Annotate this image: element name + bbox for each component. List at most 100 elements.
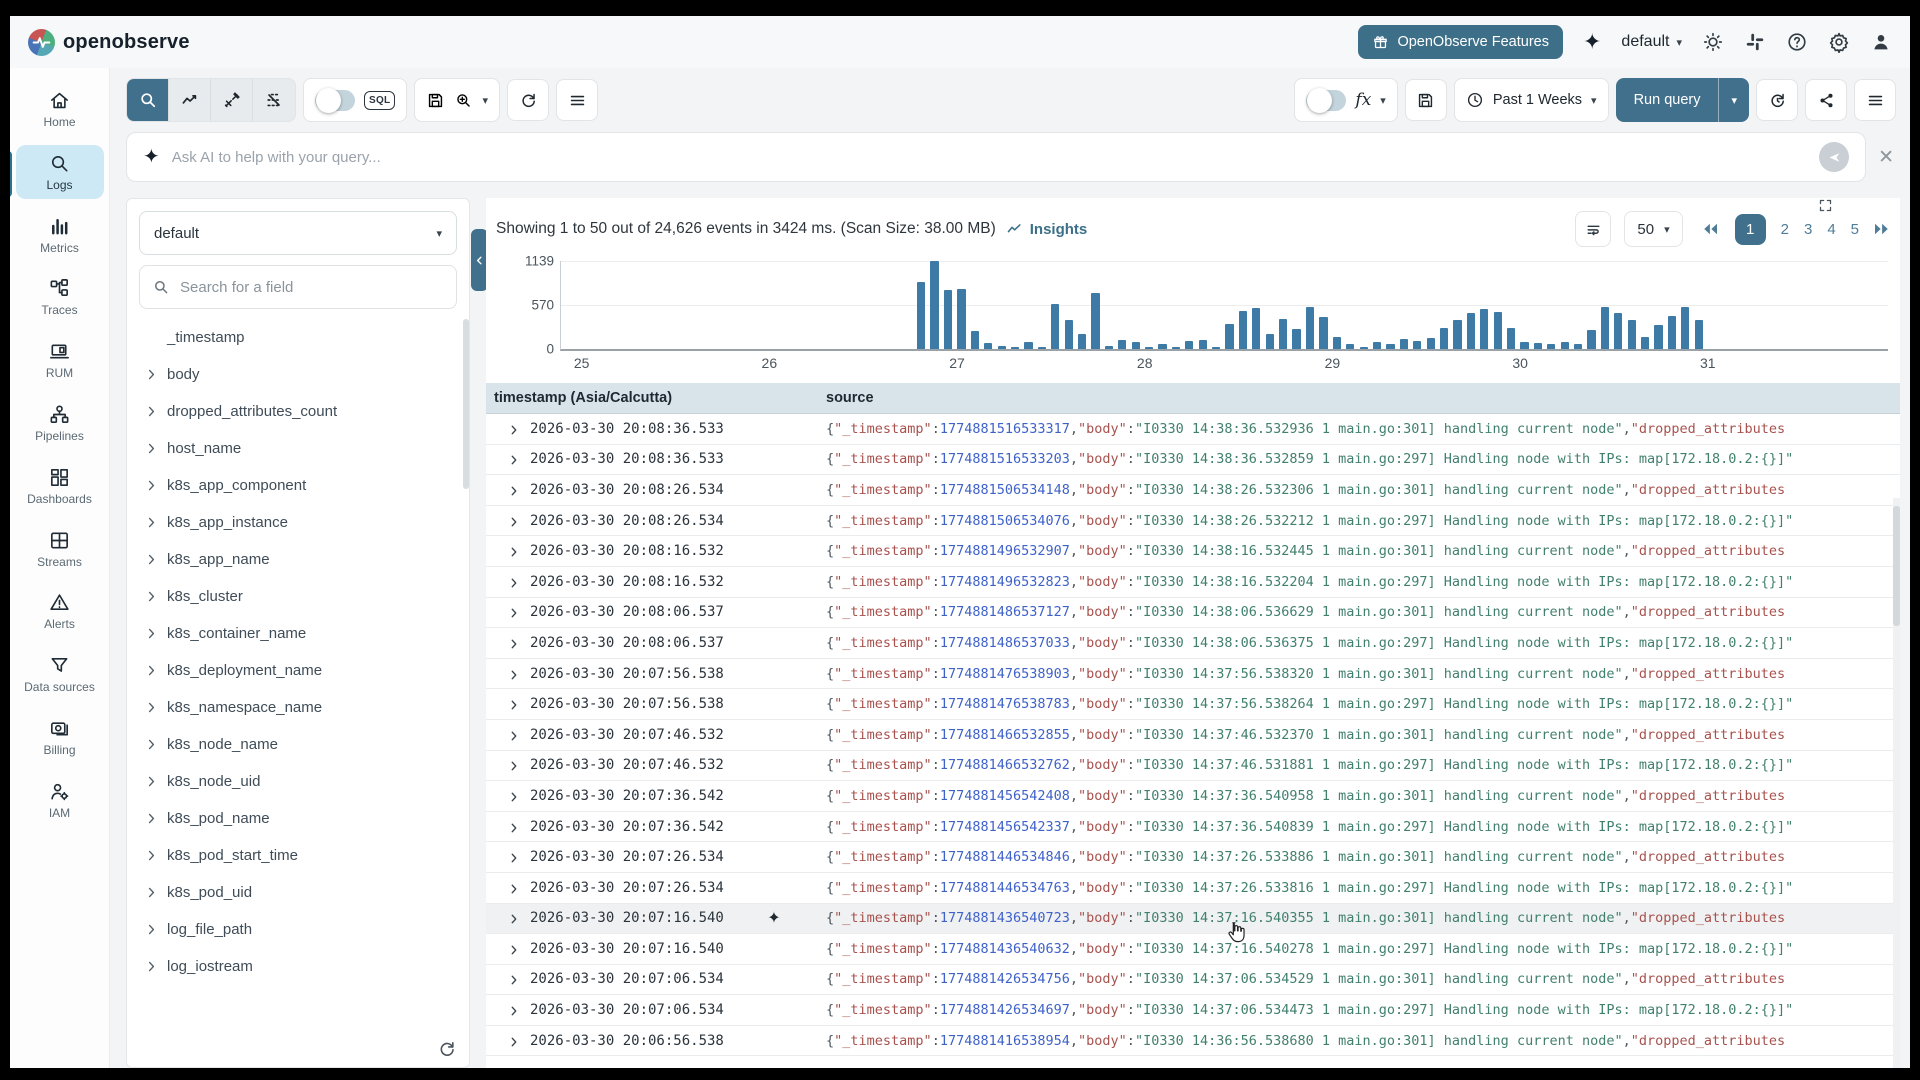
- account-avatar-icon[interactable]: [1870, 31, 1892, 53]
- time-range-selector[interactable]: Past 1 Weeks ▾: [1454, 78, 1609, 122]
- expand-row-icon[interactable]: [508, 729, 520, 741]
- settings-gear-icon[interactable]: [1828, 31, 1850, 53]
- histogram-bar[interactable]: [1360, 347, 1368, 349]
- histogram-bar[interactable]: [1225, 324, 1233, 349]
- ai-query-input[interactable]: [172, 149, 1807, 166]
- expand-row-icon[interactable]: [508, 668, 520, 680]
- page-size-selector[interactable]: 50 ▾: [1624, 211, 1682, 247]
- expand-row-icon[interactable]: [508, 1035, 520, 1047]
- table-row[interactable]: 2026-03-30 20:07:36.542{"_timestamp":177…: [486, 812, 1900, 843]
- page-button-1[interactable]: 1: [1735, 214, 1766, 245]
- sidebar-item-data-sources[interactable]: Data sources: [16, 647, 104, 701]
- histogram-bar[interactable]: [1346, 344, 1354, 349]
- table-row[interactable]: 2026-03-30 20:07:16.540{"_timestamp":177…: [486, 934, 1900, 965]
- histogram-bar[interactable]: [1520, 342, 1528, 349]
- histogram-bar[interactable]: [1185, 341, 1193, 349]
- table-row[interactable]: 2026-03-30 20:08:36.533{"_timestamp":177…: [486, 414, 1900, 445]
- histogram-bar[interactable]: [1453, 320, 1461, 349]
- expand-row-icon[interactable]: [508, 973, 520, 985]
- histogram-bar[interactable]: [1091, 293, 1099, 349]
- field-item-log_file_path[interactable]: log_file_path: [139, 911, 457, 948]
- run-query-options-caret[interactable]: ▾: [1719, 78, 1749, 122]
- sidebar-item-pipelines[interactable]: Pipelines: [16, 396, 104, 450]
- field-item-k8s_pod_name[interactable]: k8s_pod_name: [139, 800, 457, 837]
- wrap-lines-button[interactable]: [1575, 211, 1611, 247]
- histogram-bar[interactable]: [1601, 307, 1609, 349]
- table-row[interactable]: 2026-03-30 20:08:16.532{"_timestamp":177…: [486, 567, 1900, 598]
- refresh-fields-icon[interactable]: [437, 1039, 457, 1059]
- results-scrollbar[interactable]: [1893, 498, 1900, 1068]
- expand-row-icon[interactable]: [508, 882, 520, 894]
- sidebar-item-rum[interactable]: RUM: [16, 333, 104, 387]
- histogram-bar[interactable]: [1386, 344, 1394, 349]
- histogram-bar[interactable]: [1118, 340, 1126, 349]
- sidebar-item-metrics[interactable]: Metrics: [16, 208, 104, 262]
- table-row[interactable]: 2026-03-30 20:08:16.532{"_timestamp":177…: [486, 536, 1900, 567]
- expand-row-icon[interactable]: [508, 912, 520, 924]
- row-ai-sparkle-icon[interactable]: ✦: [752, 908, 796, 928]
- expand-row-icon[interactable]: [508, 851, 520, 863]
- histogram-bar[interactable]: [1574, 344, 1582, 349]
- insights-link[interactable]: Insights: [1006, 221, 1088, 238]
- sidebar-item-dashboards[interactable]: Dashboards: [16, 459, 104, 513]
- org-selector[interactable]: default ▾: [1621, 33, 1682, 51]
- field-item-k8s_deployment_name[interactable]: k8s_deployment_name: [139, 652, 457, 689]
- table-row[interactable]: 2026-03-30 20:08:26.534{"_timestamp":177…: [486, 506, 1900, 537]
- timestamp-column-header[interactable]: timestamp (Asia/Calcutta): [486, 390, 826, 406]
- histogram-bar[interactable]: [1024, 342, 1032, 349]
- field-item-k8s_node_uid[interactable]: k8s_node_uid: [139, 763, 457, 800]
- expand-row-icon[interactable]: [508, 606, 520, 618]
- field-item-k8s_app_name[interactable]: k8s_app_name: [139, 541, 457, 578]
- histogram-bar[interactable]: [1681, 307, 1689, 349]
- help-icon[interactable]: [1786, 31, 1808, 53]
- field-item-k8s_pod_uid[interactable]: k8s_pod_uid: [139, 874, 457, 911]
- more-menu-button[interactable]: [1854, 79, 1896, 121]
- histogram-bar[interactable]: [1373, 342, 1381, 349]
- chevron-down-icon[interactable]: ▾: [482, 94, 488, 107]
- field-item-k8s_app_component[interactable]: k8s_app_component: [139, 467, 457, 504]
- page-button-4[interactable]: 4: [1827, 221, 1835, 238]
- save-search-icon[interactable]: [426, 91, 445, 110]
- table-row[interactable]: 2026-03-30 20:08:06.537{"_timestamp":177…: [486, 598, 1900, 629]
- sidebar-item-iam[interactable]: IAM: [16, 773, 104, 827]
- sidebar-item-billing[interactable]: Billing: [16, 710, 104, 764]
- field-item-_timestamp[interactable]: _timestamp: [139, 319, 457, 356]
- expand-row-icon[interactable]: [508, 484, 520, 496]
- field-item-dropped_attributes_count[interactable]: dropped_attributes_count: [139, 393, 457, 430]
- table-row[interactable]: 2026-03-30 20:07:26.534{"_timestamp":177…: [486, 842, 1900, 873]
- expand-row-icon[interactable]: [508, 515, 520, 527]
- histogram-bar[interactable]: [1695, 320, 1703, 349]
- histogram-bar[interactable]: [1252, 308, 1260, 349]
- field-item-log_iostream[interactable]: log_iostream: [139, 948, 457, 985]
- field-item-k8s_app_instance[interactable]: k8s_app_instance: [139, 504, 457, 541]
- ai-send-button[interactable]: [1819, 142, 1849, 172]
- table-row[interactable]: 2026-03-30 20:07:16.540✦{"_timestamp":17…: [486, 904, 1900, 935]
- histogram-bar[interactable]: [917, 282, 925, 349]
- reset-filters-button[interactable]: [507, 79, 549, 121]
- histogram-bar[interactable]: [944, 290, 952, 349]
- theme-toggle-icon[interactable]: [1702, 31, 1724, 53]
- field-item-k8s_namespace_name[interactable]: k8s_namespace_name: [139, 689, 457, 726]
- field-item-host_name[interactable]: host_name: [139, 430, 457, 467]
- field-search-input[interactable]: [180, 279, 444, 296]
- histogram-bar[interactable]: [1105, 346, 1113, 349]
- histogram-bar[interactable]: [1199, 340, 1207, 349]
- save-function-button[interactable]: [1405, 79, 1447, 121]
- histogram-plot[interactable]: 1139570025262728293031: [560, 261, 1888, 351]
- table-row[interactable]: 2026-03-30 20:07:56.538{"_timestamp":177…: [486, 659, 1900, 690]
- histogram-bar[interactable]: [930, 261, 938, 349]
- sidebar-item-logs[interactable]: Logs: [16, 145, 104, 199]
- stream-selector[interactable]: default ▾: [139, 211, 457, 255]
- expand-row-icon[interactable]: [508, 423, 520, 435]
- histogram-bar[interactable]: [1641, 337, 1649, 349]
- fields-scrollbar[interactable]: [463, 319, 469, 489]
- table-row[interactable]: 2026-03-30 20:07:26.534{"_timestamp":177…: [486, 873, 1900, 904]
- sidebar-item-alerts[interactable]: Alerts: [16, 584, 104, 638]
- table-row[interactable]: 2026-03-30 20:07:06.534{"_timestamp":177…: [486, 965, 1900, 996]
- histogram-bar[interactable]: [1494, 312, 1502, 349]
- histogram-bar[interactable]: [1078, 334, 1086, 349]
- histogram-bar[interactable]: [1158, 344, 1166, 349]
- sidebar-item-traces[interactable]: Traces: [16, 270, 104, 324]
- expand-row-icon[interactable]: [508, 576, 520, 588]
- slack-icon[interactable]: [1744, 31, 1766, 53]
